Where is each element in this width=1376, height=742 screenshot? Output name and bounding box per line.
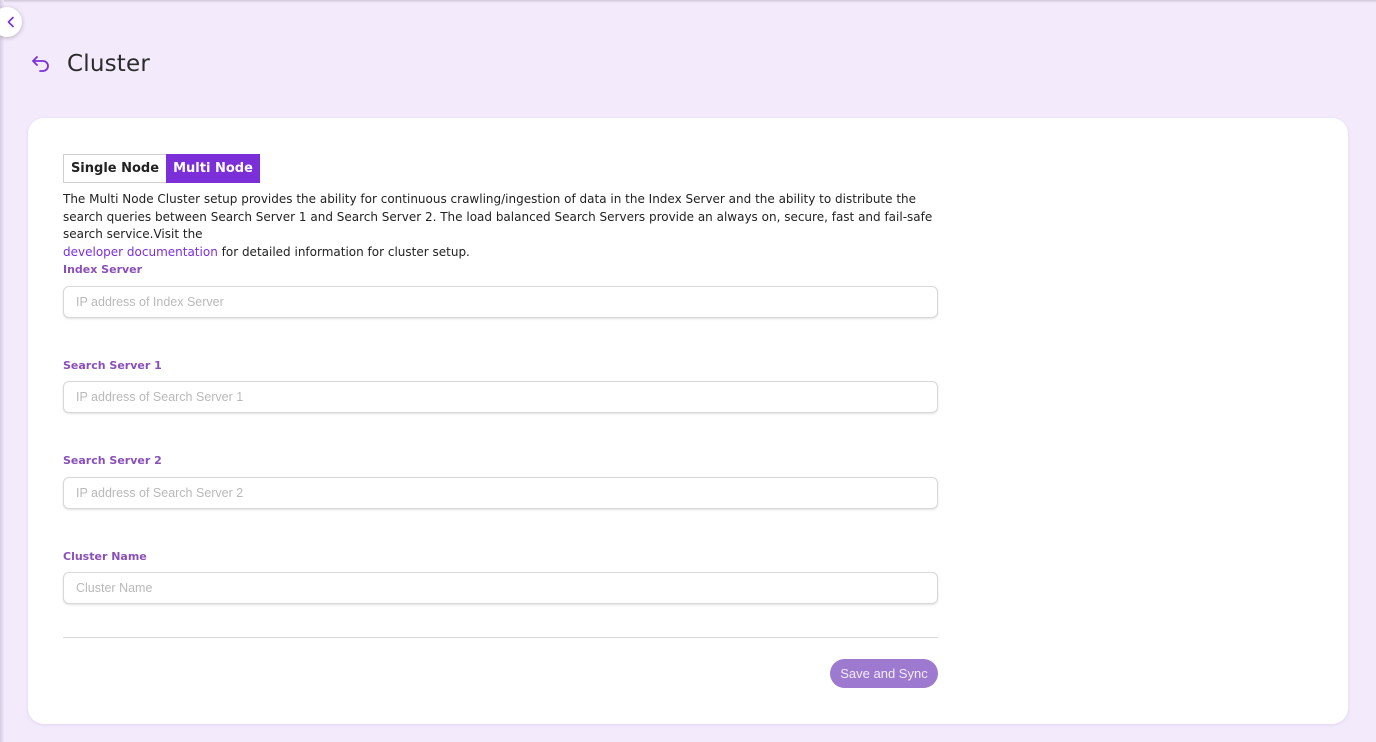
- multi-node-option[interactable]: Multi Node: [166, 154, 260, 183]
- developer-documentation-link[interactable]: developer documentation: [63, 245, 218, 259]
- back-button[interactable]: [30, 53, 52, 75]
- search-server-2-input[interactable]: [63, 477, 938, 509]
- undo-arrow-icon: [32, 56, 49, 72]
- cluster-description: The Multi Node Cluster setup provides th…: [63, 191, 943, 261]
- search-server-2-label: Search Server 2: [63, 454, 162, 467]
- description-text: The Multi Node Cluster setup provides th…: [63, 192, 933, 241]
- cluster-settings-card: Single Node Multi Node The Multi Node Cl…: [28, 118, 1348, 724]
- index-server-input[interactable]: [63, 286, 938, 318]
- page-title: Cluster: [67, 51, 151, 77]
- sidebar-edge: [0, 0, 4, 742]
- search-server-1-input[interactable]: [63, 381, 938, 413]
- sidebar-toggle-button[interactable]: [0, 7, 22, 37]
- top-shadow: [0, 0, 1376, 3]
- search-server-1-label: Search Server 1: [63, 359, 162, 372]
- cluster-name-input[interactable]: [63, 572, 938, 604]
- page-header: Cluster: [30, 48, 150, 80]
- chevron-left-icon: [7, 16, 14, 28]
- single-node-option[interactable]: Single Node: [63, 154, 166, 183]
- index-server-label: Index Server: [63, 263, 143, 276]
- form-divider: [63, 637, 938, 638]
- node-mode-toggle: Single Node Multi Node: [63, 154, 260, 183]
- save-and-sync-button[interactable]: Save and Sync: [830, 659, 938, 688]
- description-text-after-link: for detailed information for cluster set…: [221, 244, 470, 259]
- cluster-name-label: Cluster Name: [63, 550, 147, 563]
